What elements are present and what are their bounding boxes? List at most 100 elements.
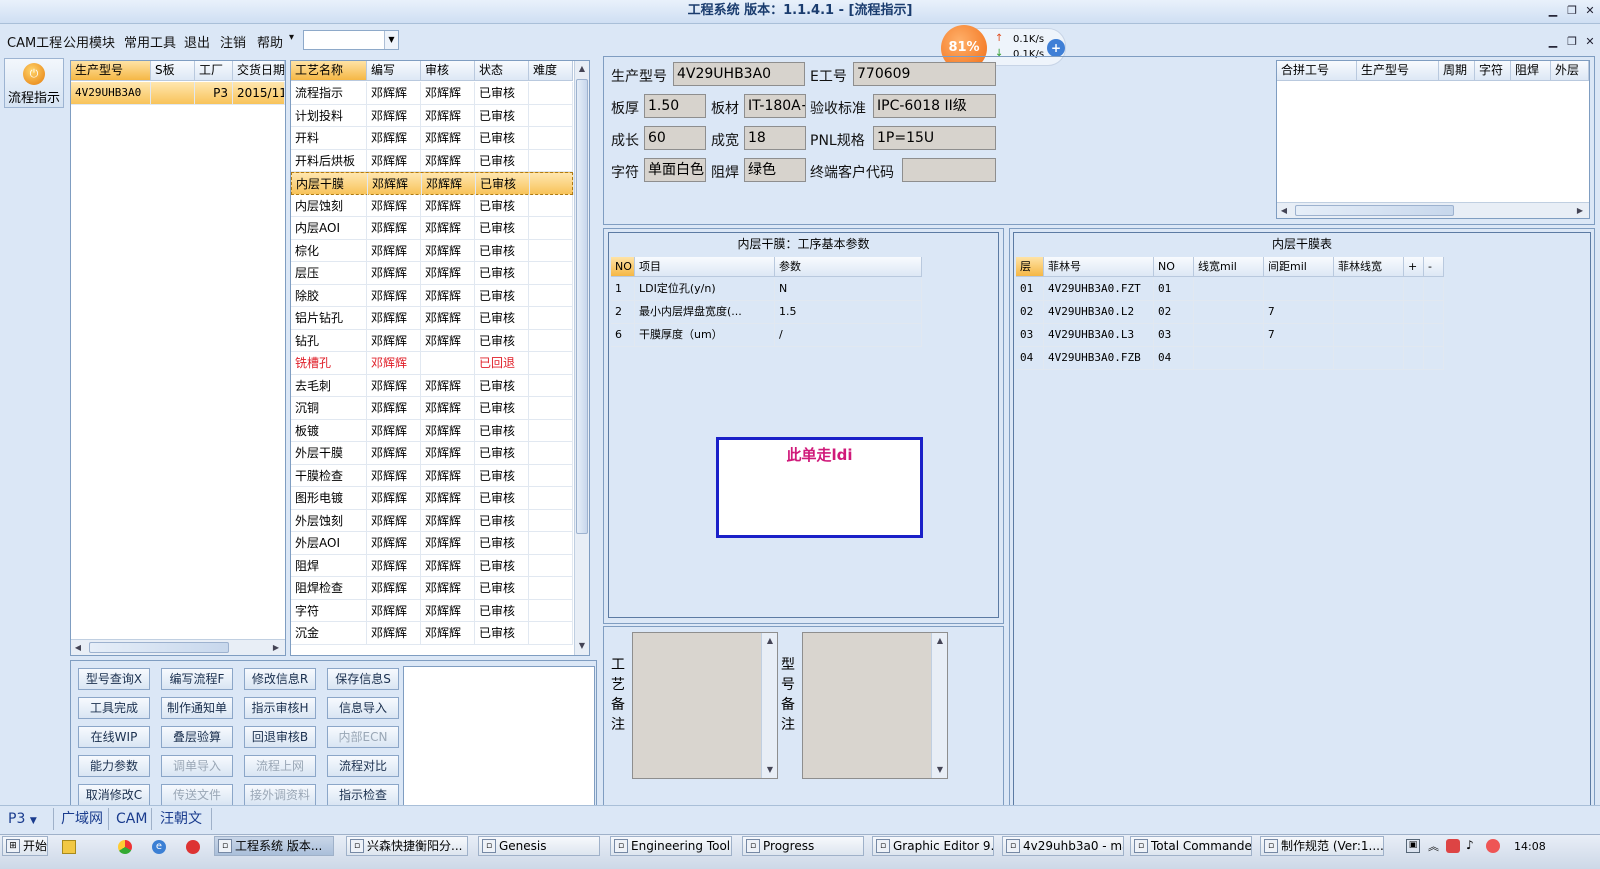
pnl-field[interactable]: 1P=15U — [873, 126, 996, 150]
action-button-3-3[interactable]: 流程对比 — [327, 755, 399, 777]
width-field[interactable]: 18 — [744, 126, 806, 150]
mdi-close-icon[interactable]: ✕ — [1582, 34, 1598, 50]
scroll-thumb[interactable] — [1295, 205, 1454, 216]
table-row[interactable]: 内层AOI 邓辉辉 邓辉辉 已审核 — [291, 217, 573, 240]
menu-common-tools[interactable]: 常用工具 — [124, 32, 176, 51]
length-field[interactable]: 60 — [644, 126, 706, 150]
params-col-0[interactable]: NO — [611, 257, 635, 277]
char-field[interactable]: 单面白色 — [644, 158, 706, 182]
action-button-2-2[interactable]: 回退审核B — [244, 726, 316, 748]
table-row[interactable]: 2 最小内层焊盘宽度(... 1.5 — [611, 301, 922, 324]
table-row[interactable]: 阻焊 邓辉辉 邓辉辉 已审核 — [291, 554, 573, 577]
production-model-field[interactable]: 4V29UHB3A0 — [673, 62, 805, 86]
model-list-hscrollbar[interactable]: ◀ ▶ — [71, 639, 285, 655]
table-row[interactable]: 板镀 邓辉辉 邓辉辉 已审核 — [291, 419, 573, 442]
table-row[interactable]: 04 4V29UHB3A0.FZB 04 — [1016, 347, 1444, 370]
quick-combo[interactable]: ▼ — [303, 30, 399, 50]
film-col-6[interactable]: + — [1404, 257, 1424, 277]
params-col-2[interactable]: 参数 — [775, 257, 922, 277]
menu-logout[interactable]: 注销 — [220, 32, 246, 51]
mask-field[interactable]: 绿色 — [744, 158, 806, 182]
col-production-model[interactable]: 生产型号 — [71, 61, 151, 81]
action-button-1-3[interactable]: 信息导入 — [327, 697, 399, 719]
col-s-board[interactable]: S板 — [151, 61, 195, 81]
menu-cam[interactable]: CAM工程 — [7, 32, 62, 51]
table-row[interactable]: 图形电镀 邓辉辉 邓辉辉 已审核 — [291, 487, 573, 510]
action-button-2-1[interactable]: 叠层验算 — [161, 726, 233, 748]
scroll-up-icon[interactable]: ▲ — [575, 62, 589, 76]
merge-table-hscrollbar[interactable]: ◀ ▶ — [1277, 202, 1589, 218]
taskbar-item-8[interactable]: ▫ 制作规范 (Ver:1.... — [1260, 836, 1384, 856]
scroll-left-icon[interactable]: ◀ — [1277, 204, 1291, 218]
table-row[interactable]: 层压 邓辉辉 邓辉辉 已审核 — [291, 262, 573, 285]
table-row[interactable]: 阻焊检查 邓辉辉 邓辉辉 已审核 — [291, 577, 573, 600]
table-row[interactable]: 03 4V29UHB3A0.L3 03 7 — [1016, 324, 1444, 347]
minimize-icon[interactable]: ▁ — [1545, 3, 1561, 19]
memo-vscrollbar[interactable]: ▲ ▼ — [761, 633, 777, 778]
scroll-right-icon[interactable]: ▶ — [269, 641, 283, 655]
scroll-thumb[interactable] — [576, 79, 588, 534]
action-button-2-0[interactable]: 在线WIP — [78, 726, 150, 748]
table-row[interactable]: 6 干膜厚度（um） / — [611, 324, 922, 347]
action-button-1-0[interactable]: 工具完成 — [78, 697, 150, 719]
table-row[interactable]: 沉金 邓辉辉 邓辉辉 已审核 — [291, 622, 573, 645]
taskbar-item-7[interactable]: ▫Total Commander ... — [1130, 836, 1252, 856]
col-process-name[interactable]: 工艺名称 — [291, 61, 367, 81]
table-row[interactable]: 开料 邓辉辉 邓辉辉 已审核 — [291, 127, 573, 150]
col-status[interactable]: 状态 — [475, 61, 529, 81]
table-row[interactable]: 外层蚀刻 邓辉辉 邓辉辉 已审核 — [291, 509, 573, 532]
table-row[interactable]: 开料后烘板 邓辉辉 邓辉辉 已审核 — [291, 149, 573, 172]
table-row[interactable]: 内层干膜 邓辉辉 邓辉辉 已审核 — [291, 172, 574, 195]
table-row[interactable]: 外层AOI 邓辉辉 邓辉辉 已审核 — [291, 532, 573, 555]
process-list-vscrollbar[interactable]: ▲ ▼ — [574, 61, 589, 655]
scroll-right-icon[interactable]: ▶ — [1573, 204, 1587, 218]
table-row[interactable]: 铣槽孔 邓辉辉 已回退 — [291, 352, 573, 375]
table-row[interactable]: 除胶 邓辉辉 邓辉辉 已审核 — [291, 284, 573, 307]
merge-col-5[interactable]: 外层 — [1551, 61, 1589, 81]
table-row[interactable]: 02 4V29UHB3A0.L2 02 7 — [1016, 301, 1444, 324]
mdi-restore-icon[interactable]: ❐ — [1564, 34, 1580, 50]
action-button-3-0[interactable]: 能力参数 — [78, 755, 150, 777]
col-difficulty[interactable]: 难度 — [529, 61, 573, 81]
table-row[interactable]: 4V29UHB3A0 P3 2015/11 — [71, 82, 285, 105]
table-row[interactable]: 计划投料 邓辉辉 邓辉辉 已审核 — [291, 104, 573, 127]
table-row[interactable]: 1 LDI定位孔(y/n) N — [611, 278, 922, 301]
close-icon[interactable]: ✕ — [1582, 3, 1598, 19]
scroll-down-icon[interactable]: ▼ — [933, 763, 947, 777]
table-row[interactable]: 干膜检查 邓辉辉 邓辉辉 已审核 — [291, 464, 573, 487]
scroll-down-icon[interactable]: ▼ — [763, 763, 777, 777]
film-col-3[interactable]: 线宽mil — [1194, 257, 1264, 277]
taskbar-item-6[interactable]: ▫4v29uhb3a0 - mai... — [1002, 836, 1124, 856]
merge-col-4[interactable]: 阻焊 — [1511, 61, 1551, 81]
table-row[interactable]: 字符 邓辉辉 邓辉辉 已审核 — [291, 599, 573, 622]
tray-app-icon[interactable] — [1486, 839, 1500, 853]
action-button-0-0[interactable]: 型号查询X — [78, 668, 150, 690]
params-col-1[interactable]: 项目 — [635, 257, 775, 277]
tray-volume-icon[interactable]: ♪ — [1466, 838, 1474, 852]
scroll-up-icon[interactable]: ▲ — [763, 634, 777, 648]
table-row[interactable]: 铝片钻孔 邓辉辉 邓辉辉 已审核 — [291, 307, 573, 330]
col-author[interactable]: 编写 — [367, 61, 421, 81]
memo-vscrollbar[interactable]: ▲ ▼ — [931, 633, 947, 778]
table-row[interactable]: 01 4V29UHB3A0.FZT 01 — [1016, 278, 1444, 301]
merge-col-2[interactable]: 周期 — [1439, 61, 1475, 81]
folder-icon[interactable] — [62, 840, 76, 854]
action-button-0-2[interactable]: 修改信息R — [244, 668, 316, 690]
chrome-icon[interactable] — [118, 840, 132, 854]
taskbar-item-0[interactable]: ▫ 工程系统 版本... — [214, 836, 334, 856]
taskbar-item-3[interactable]: ▫Engineering Toolki... — [610, 836, 732, 856]
mdi-minimize-icon[interactable]: ▁ — [1545, 34, 1561, 50]
process-remark-memo[interactable]: ▲ ▼ — [632, 632, 778, 779]
scroll-down-icon[interactable]: ▼ — [575, 639, 589, 653]
table-row[interactable]: 流程指示 邓辉辉 邓辉辉 已审核 — [291, 82, 573, 105]
action-button-0-1[interactable]: 编写流程F — [161, 668, 233, 690]
menu-overflow-icon[interactable]: ▾ — [289, 32, 294, 43]
chevron-down-icon[interactable]: ▼ — [384, 31, 398, 49]
film-col-4[interactable]: 间距mil — [1264, 257, 1334, 277]
e-no-field[interactable]: 770609 — [853, 62, 996, 86]
maximize-icon[interactable]: ❐ — [1564, 3, 1580, 19]
customer-field[interactable] — [902, 158, 996, 182]
film-col-7[interactable]: - — [1424, 257, 1444, 277]
taskbar-item-1[interactable]: ▫ 兴森快捷衡阳分... — [346, 836, 468, 856]
model-remark-memo[interactable]: ▲ ▼ — [802, 632, 948, 779]
